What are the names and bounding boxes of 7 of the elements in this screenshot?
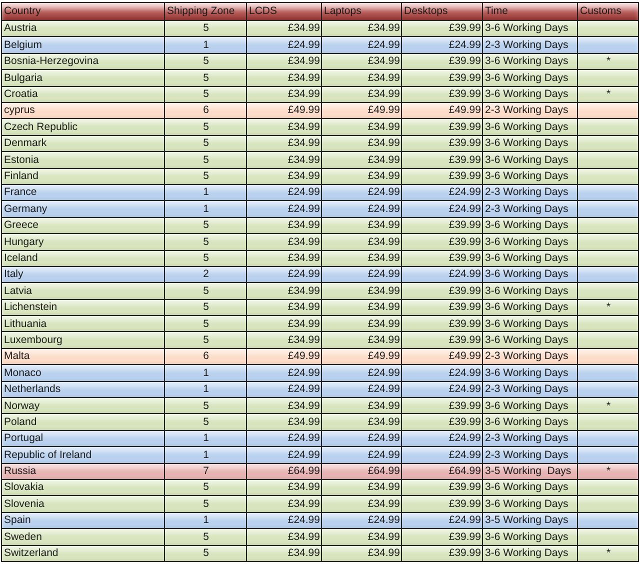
- table-cell: *: [578, 546, 639, 562]
- table-cell: £39.99: [402, 546, 483, 562]
- table-cell: Switzerland: [2, 546, 165, 562]
- table-cell: 3-6 Working Days: [483, 546, 578, 562]
- table-cell: £34.99: [322, 546, 402, 562]
- table-cell: 5: [165, 546, 247, 562]
- table-cell: £34.99: [247, 546, 322, 562]
